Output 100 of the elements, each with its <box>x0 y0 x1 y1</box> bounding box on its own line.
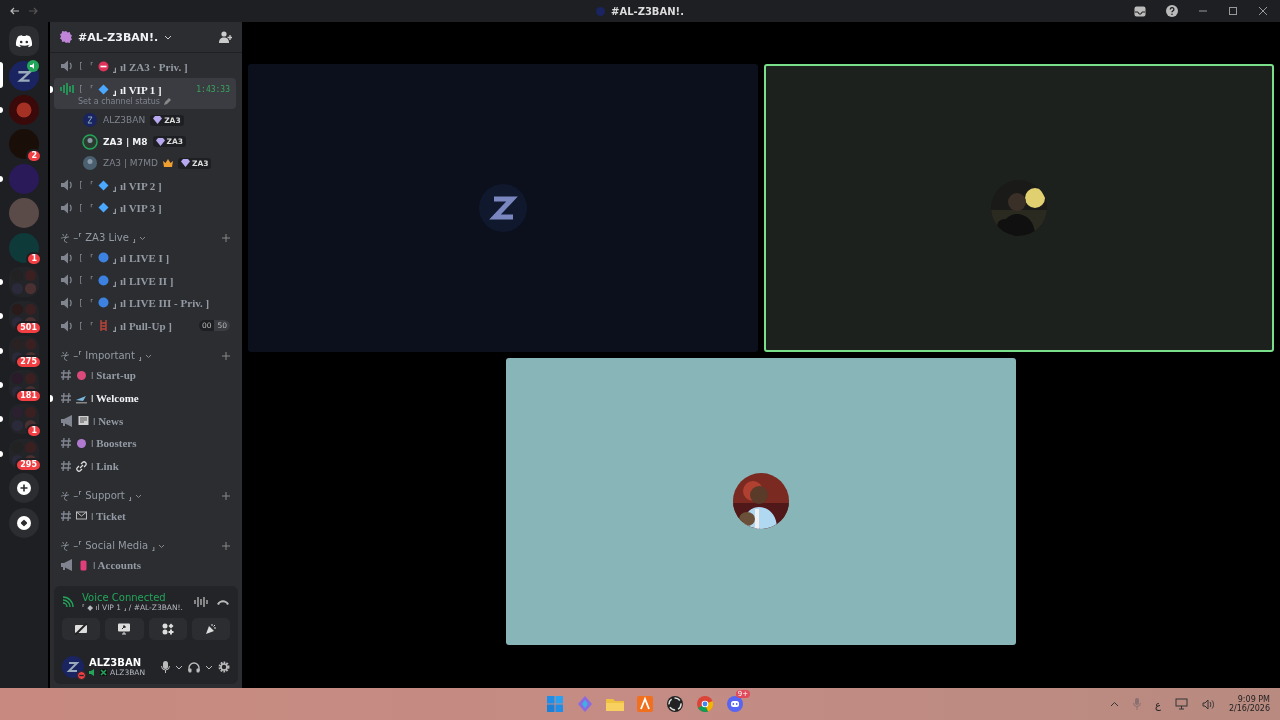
server-folder-icon[interactable] <box>9 438 39 469</box>
channel-status-hint[interactable]: Set a channel status <box>78 97 160 107</box>
hash-icon <box>60 369 72 382</box>
back-icon[interactable] <box>10 7 20 15</box>
channel-item[interactable]: [ ⸢ ⸥ ıl VIP 2 ] <box>54 173 236 197</box>
add-server-button[interactable] <box>9 473 39 504</box>
add-channel-icon[interactable] <box>222 492 230 501</box>
circle-icon <box>98 274 110 286</box>
category-header[interactable]: そ –⸢ Social Media ⸥ <box>60 539 156 554</box>
video-tile[interactable] <box>506 357 1016 645</box>
channel-item[interactable]: ǀ Boosters <box>54 432 236 455</box>
megaphone-icon <box>60 559 74 572</box>
chevron-down-icon <box>139 235 146 241</box>
camera-button[interactable] <box>62 618 101 640</box>
orb-icon <box>76 437 87 449</box>
chrome-icon[interactable] <box>697 696 713 712</box>
chevron-down-icon[interactable] <box>175 664 183 670</box>
voice-status[interactable]: Voice Connected <box>82 592 186 603</box>
network-icon[interactable] <box>1174 698 1188 710</box>
bracket-decoration: [ ⸢ <box>78 61 95 72</box>
channel-name: ǀ Boosters <box>91 437 137 450</box>
bracket-decoration: [ ⸢ <box>78 252 95 263</box>
category-header[interactable]: そ –⸢ Support ⸥ <box>60 489 132 504</box>
bracket-decoration: [ ⸢ <box>78 202 95 213</box>
discord-home-button[interactable] <box>9 26 39 57</box>
gem-icon <box>181 159 190 168</box>
input-language[interactable]: ع <box>1155 698 1161 710</box>
channel-item[interactable]: [ ⸢ ⸥ ıl VIP 1 ] 1:43:33 Set a channel status <box>54 77 236 110</box>
bracket-decoration: [ ⸢ <box>78 320 95 331</box>
microphone-icon[interactable] <box>161 661 170 673</box>
channel-item[interactable]: ǀ Link <box>54 454 236 478</box>
discover-button[interactable] <box>9 507 39 538</box>
discord-icon[interactable] <box>727 696 743 712</box>
server-icon[interactable] <box>9 129 39 160</box>
channel-name: ⸥ ıl LIVE II ] <box>113 273 174 288</box>
maximize-icon[interactable] <box>1228 6 1238 16</box>
channel-item[interactable]: ǀ Welcome <box>54 386 236 410</box>
video-tile[interactable] <box>248 64 758 352</box>
channel-item[interactable]: [ ⸢ ⸥ ıl VIP 3 ] <box>54 196 236 220</box>
channel-item[interactable]: [ ⸢ ⸥ ıl LIVE II ] <box>54 268 236 292</box>
speaker-icon <box>60 179 74 192</box>
server-header[interactable]: #AL-Z3BAN!. <box>50 22 242 53</box>
server-folder-icon[interactable] <box>9 301 39 332</box>
compass-icon <box>17 515 31 530</box>
call-duration: 1:43:33 <box>196 84 230 94</box>
video-tile[interactable] <box>764 64 1274 352</box>
obs-icon[interactable] <box>667 696 683 712</box>
channel-item[interactable]: ǀ Accounts <box>54 554 236 577</box>
help-icon[interactable] <box>1166 5 1178 17</box>
channel-name: ǀ Ticket <box>91 509 126 522</box>
party-popper-icon <box>204 623 217 635</box>
ladder-icon <box>98 320 110 332</box>
screen-share-button[interactable] <box>105 618 144 640</box>
newspaper-icon <box>78 415 89 427</box>
chevron-up-icon[interactable] <box>1110 701 1119 707</box>
add-channel-icon[interactable] <box>222 234 230 243</box>
add-channel-icon[interactable] <box>222 542 230 551</box>
settings-icon[interactable] <box>218 661 230 673</box>
windows-start-icon[interactable] <box>547 696 563 712</box>
chevron-down-icon <box>158 543 166 549</box>
category-header[interactable]: そ –⸢ Important ⸥ <box>60 349 142 363</box>
chevron-down-icon[interactable] <box>205 664 213 670</box>
server-folder-icon[interactable] <box>9 335 39 366</box>
channel-item[interactable]: ǀ News <box>54 409 236 433</box>
speaker-icon <box>60 251 74 264</box>
channel-name: ⸥ ıl ZA3 · Priv. ] <box>113 59 188 74</box>
pencil-icon[interactable] <box>162 97 171 106</box>
speaker-icon <box>60 274 74 287</box>
speaker-icon <box>60 201 74 214</box>
app-icon[interactable] <box>637 696 653 712</box>
link-icon <box>76 460 87 472</box>
invite-icon[interactable] <box>219 31 232 43</box>
target-icon <box>76 369 87 381</box>
soundboard-button[interactable] <box>191 618 230 640</box>
server-folder-icon[interactable] <box>9 404 39 435</box>
server-icon[interactable] <box>9 232 39 263</box>
inbox-icon[interactable] <box>1134 5 1146 17</box>
channel-item[interactable]: [ ⸢ ⸥ ıl ZA3 · Priv. ] <box>54 55 236 78</box>
diamond-icon <box>98 83 110 95</box>
activities-button[interactable] <box>148 618 187 640</box>
envelope-icon <box>76 510 87 522</box>
channel-item[interactable]: [ ⸢ ⸥ ıl LIVE III - Priv. ] <box>54 291 236 315</box>
volume-icon[interactable] <box>1201 698 1215 710</box>
server-badge-icon <box>60 31 72 43</box>
voice-activity-icon <box>60 83 74 96</box>
close-icon[interactable] <box>1258 6 1268 16</box>
channel-item[interactable]: ǀ Ticket <box>54 504 236 528</box>
headphones-icon[interactable] <box>188 661 200 673</box>
add-channel-icon[interactable] <box>222 352 230 360</box>
megaphone-icon <box>60 414 74 427</box>
clock[interactable]: 9:09 PM 2/16/2026 <box>1228 695 1270 713</box>
channel-name: ⸥ ıl Pull-Up ] <box>113 319 172 334</box>
channel-item[interactable]: ǀ Start-up <box>54 364 236 387</box>
no-entry-icon <box>98 60 110 72</box>
disconnect-icon[interactable] <box>216 598 230 606</box>
category-header[interactable]: そ –⸢ ZA3 Live ⸥ <box>60 231 136 246</box>
channel-name: ⸥ ıl LIVE I ] <box>113 251 170 266</box>
noise-suppression-icon[interactable] <box>194 596 208 608</box>
speaker-icon <box>60 296 74 309</box>
channel-item[interactable]: [ ⸢ ⸥ ıl LIVE I ] <box>54 246 236 269</box>
